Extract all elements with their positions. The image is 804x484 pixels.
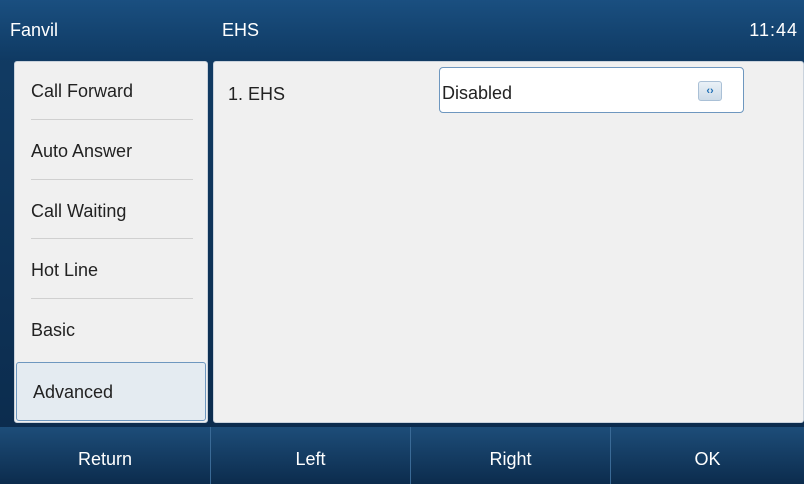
ok-button[interactable]: OK xyxy=(611,427,804,484)
menu-item-label: Advanced xyxy=(33,382,114,402)
left-right-arrows-icon[interactable]: ‹› xyxy=(698,81,722,101)
side-menu: Call Forward Auto Answer Call Waiting Ho… xyxy=(14,61,208,423)
menu-item-label: Auto Answer xyxy=(31,141,133,161)
clock: 11:44 xyxy=(749,20,798,40)
menu-item-auto-answer[interactable]: Auto Answer xyxy=(15,122,207,181)
status-bar: Fanvil EHS 11:44 xyxy=(0,0,804,60)
menu-item-basic[interactable]: Basic xyxy=(15,301,207,360)
page-title: EHS xyxy=(222,20,260,40)
menu-item-call-forward[interactable]: Call Forward xyxy=(15,62,207,121)
settings-panel: 1. EHS Disabled ‹› xyxy=(213,61,804,423)
menu-item-label: Call Waiting xyxy=(31,201,127,221)
menu-divider xyxy=(31,298,193,299)
phone-screen: Fanvil EHS 11:44 Call Forward Auto Answe… xyxy=(0,0,804,484)
ehs-select[interactable]: Disabled ‹› xyxy=(439,67,744,113)
right-button-label: Right xyxy=(489,449,532,469)
menu-divider xyxy=(31,119,193,120)
brand-label: Fanvil xyxy=(10,20,59,40)
menu-item-hot-line[interactable]: Hot Line xyxy=(15,241,207,300)
menu-item-call-waiting[interactable]: Call Waiting xyxy=(15,182,207,241)
menu-item-label: Basic xyxy=(31,320,76,340)
ok-button-label: OK xyxy=(694,449,721,469)
softkey-bar: Return Left Right OK xyxy=(0,427,804,484)
menu-item-label: Hot Line xyxy=(31,260,99,280)
left-button[interactable]: Left xyxy=(211,427,410,484)
ehs-select-value: Disabled xyxy=(442,83,513,103)
left-button-label: Left xyxy=(295,449,326,469)
menu-item-label: Call Forward xyxy=(31,81,134,101)
menu-item-advanced[interactable]: Advanced xyxy=(16,362,206,421)
return-button[interactable]: Return xyxy=(0,427,210,484)
menu-divider xyxy=(31,179,193,180)
ehs-setting-label: 1. EHS xyxy=(228,84,286,104)
right-button[interactable]: Right xyxy=(411,427,610,484)
menu-divider xyxy=(31,238,193,239)
return-button-label: Return xyxy=(77,449,133,469)
